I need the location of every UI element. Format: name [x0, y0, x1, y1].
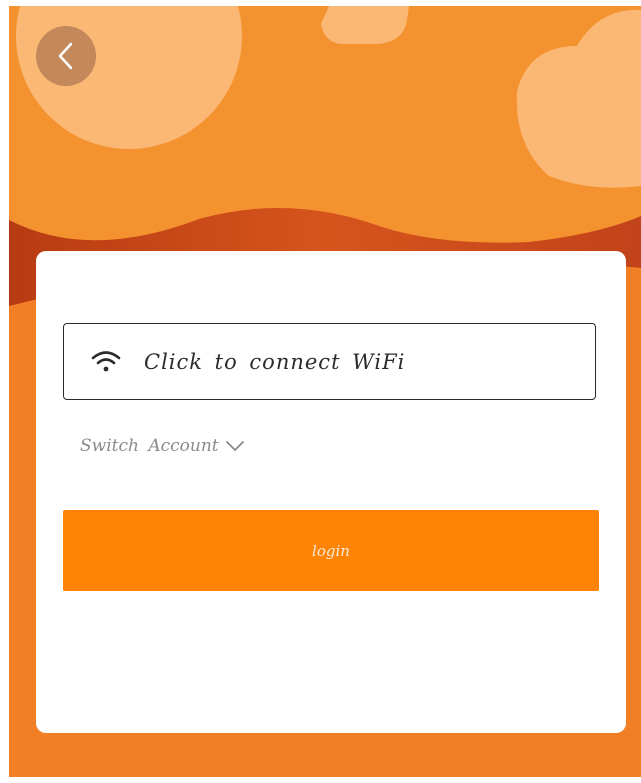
app-stage: Click to connect WiFi Switch Account log… [0, 0, 641, 783]
switch-account-label: Switch Account [80, 436, 219, 456]
chevron-down-icon [225, 439, 245, 453]
wifi-icon [90, 349, 122, 375]
switch-account-toggle[interactable]: Switch Account [80, 436, 245, 456]
connect-wifi-label: Click to connect WiFi [144, 349, 406, 374]
login-button-label: login [312, 541, 350, 560]
chevron-left-icon [58, 42, 73, 70]
login-screen: Click to connect WiFi Switch Account log… [9, 6, 641, 777]
back-button[interactable] [36, 26, 96, 86]
login-button[interactable]: login [63, 510, 599, 591]
connect-wifi-button[interactable]: Click to connect WiFi [63, 323, 596, 400]
login-card: Click to connect WiFi Switch Account log… [36, 251, 626, 733]
